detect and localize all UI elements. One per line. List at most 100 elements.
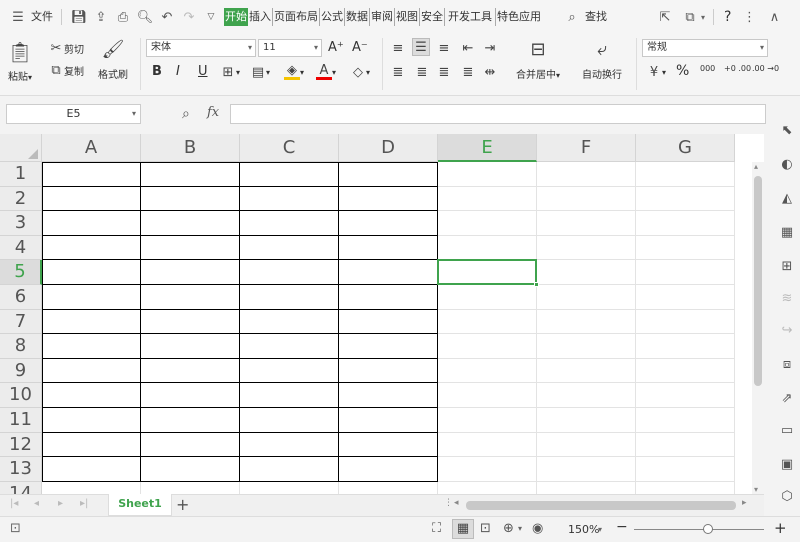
apps-grid-icon[interactable]: ⊞: [778, 258, 796, 276]
tab-data[interactable]: 数据: [345, 8, 370, 26]
copy-button[interactable]: ⧉ 复制: [48, 62, 84, 78]
increase-decimal-button[interactable]: +0 .00: [724, 64, 751, 73]
print-preview-icon[interactable]: 🔍︎: [137, 9, 154, 25]
cell-G4[interactable]: [636, 235, 735, 261]
cell-D5[interactable]: [339, 260, 438, 285]
export-icon[interactable]: ⇪: [93, 9, 109, 25]
macro-record-icon[interactable]: ⊡: [10, 521, 21, 536]
cell-C1[interactable]: [240, 162, 339, 187]
cell-G11[interactable]: [636, 408, 735, 433]
cell-D4[interactable]: [339, 235, 438, 261]
border-button[interactable]: ⊞ ▾: [220, 64, 240, 80]
tab-security[interactable]: 安全: [420, 8, 445, 26]
cell-B4[interactable]: [141, 235, 240, 261]
cell-A3[interactable]: [42, 211, 141, 236]
row-header-4[interactable]: 4: [0, 235, 42, 261]
cell-B5[interactable]: [141, 260, 240, 285]
column-header-c[interactable]: C: [240, 134, 339, 162]
cell-A8[interactable]: [42, 334, 141, 359]
cell-C6[interactable]: [240, 285, 339, 310]
row-header-14[interactable]: 14: [0, 481, 42, 494]
cell-G12[interactable]: [636, 432, 735, 458]
cell-A14[interactable]: [42, 481, 141, 494]
increase-font-icon[interactable]: A⁺: [328, 40, 344, 55]
cell-B9[interactable]: [141, 358, 240, 384]
cell-G1[interactable]: [636, 162, 735, 187]
cell-G14[interactable]: [636, 481, 735, 494]
row-header-5[interactable]: 5: [0, 260, 42, 285]
row-header-11[interactable]: 11: [0, 408, 42, 433]
cursor-select-icon[interactable]: ⬉: [778, 122, 796, 140]
percent-button[interactable]: %: [676, 63, 689, 79]
select-all-corner[interactable]: [0, 134, 42, 162]
tab-insert[interactable]: 插入: [248, 8, 273, 26]
cell-A10[interactable]: [42, 383, 141, 408]
eye-protection-icon[interactable]: ◉: [532, 521, 543, 536]
fill-color-button[interactable]: ◈ ▾: [284, 63, 304, 80]
align-top-button[interactable]: ≡: [390, 40, 406, 56]
cell-E12[interactable]: [438, 432, 537, 458]
cell-E13[interactable]: [438, 457, 537, 482]
more-icon[interactable]: ⋮: [741, 9, 757, 25]
cell-B13[interactable]: [141, 457, 240, 482]
number-format-select[interactable]: 常规 ▾: [642, 39, 768, 57]
row-header-3[interactable]: 3: [0, 211, 42, 236]
cell-E3[interactable]: [438, 211, 537, 236]
help-button[interactable]: ?: [722, 8, 733, 26]
cell-F13[interactable]: [537, 457, 636, 482]
style-icon[interactable]: ◭: [778, 190, 796, 208]
bold-button[interactable]: B: [152, 64, 162, 79]
format-painter-button[interactable]: 🖌︎ 格式刷: [98, 38, 128, 82]
cell-A6[interactable]: [42, 285, 141, 310]
cell-E6[interactable]: [438, 285, 537, 310]
add-sheet-button[interactable]: +: [176, 495, 189, 514]
page-break-view-icon[interactable]: ⊡: [480, 521, 491, 536]
cell-E10[interactable]: [438, 383, 537, 408]
collapse-ribbon-icon[interactable]: ∧: [766, 9, 782, 25]
column-header-g[interactable]: G: [636, 134, 735, 162]
font-size-select[interactable]: 11 ▾: [258, 39, 322, 57]
tab-special-apps[interactable]: 特色应用: [496, 8, 542, 26]
undo-icon[interactable]: ↶: [159, 9, 175, 25]
function-button[interactable]: fx: [207, 105, 219, 120]
image-gallery-icon[interactable]: ⧈: [778, 356, 796, 374]
cell-E4[interactable]: [438, 235, 537, 261]
vertical-scroll-thumb[interactable]: [754, 176, 762, 386]
cell-D14[interactable]: [339, 481, 438, 494]
search-label[interactable]: 查找: [583, 8, 609, 26]
cell-B8[interactable]: [141, 334, 240, 359]
paste-button[interactable]: 📋︎ 粘贴▾: [7, 40, 32, 83]
cell-D2[interactable]: [339, 186, 438, 212]
align-left-button[interactable]: ≣: [390, 64, 406, 80]
thousands-button[interactable]: 000: [700, 64, 715, 73]
table-icon[interactable]: ▦: [778, 224, 796, 242]
align-bottom-button[interactable]: ≡: [436, 40, 452, 56]
column-header-f[interactable]: F: [537, 134, 636, 162]
cell-B14[interactable]: [141, 481, 240, 494]
formula-input[interactable]: [230, 104, 766, 124]
cell-F2[interactable]: [537, 186, 636, 212]
zoom-out-button[interactable]: −: [616, 519, 628, 535]
tab-home[interactable]: 开始: [224, 8, 248, 26]
cell-F11[interactable]: [537, 408, 636, 433]
page-layout-view-icon[interactable]: ⊕: [503, 521, 514, 536]
row-header-13[interactable]: 13: [0, 457, 42, 482]
collab-dropdown-icon[interactable]: ▾: [701, 13, 705, 22]
cell-C10[interactable]: [240, 383, 339, 408]
cell-C13[interactable]: [240, 457, 339, 482]
file-menu[interactable]: 文件: [29, 8, 55, 26]
row-header-10[interactable]: 10: [0, 383, 42, 408]
zoom-slider-track[interactable]: [634, 529, 764, 530]
decrease-font-icon[interactable]: A⁻: [352, 40, 368, 55]
tab-formulas[interactable]: 公式: [320, 8, 345, 26]
cell-C3[interactable]: [240, 211, 339, 236]
horizontal-scroll-thumb[interactable]: [466, 501, 736, 510]
settings-sliders-icon[interactable]: ≋: [778, 290, 796, 308]
cell-D6[interactable]: [339, 285, 438, 310]
cut-button[interactable]: ✂ 剪切: [48, 40, 84, 56]
row-header-9[interactable]: 9: [0, 358, 42, 384]
tab-review[interactable]: 审阅: [370, 8, 395, 26]
decrease-indent-button[interactable]: ⇤: [460, 40, 476, 56]
cell-D11[interactable]: [339, 408, 438, 433]
justify-button[interactable]: ≣: [460, 64, 476, 80]
